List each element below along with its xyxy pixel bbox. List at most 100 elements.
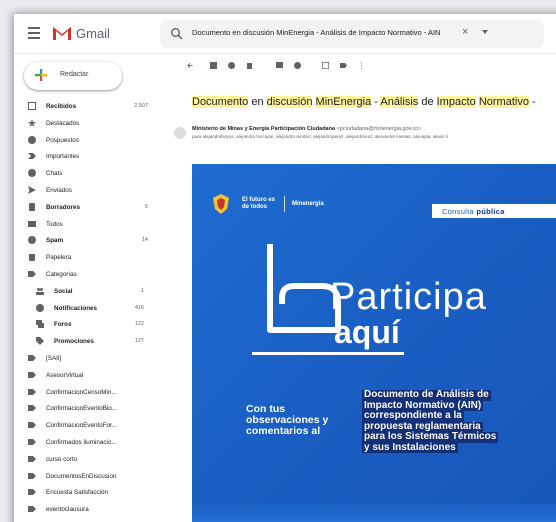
sidebar-item[interactable]: Todos: [14, 216, 160, 233]
label-icon: [28, 455, 36, 462]
banner-left-line: comentarios al: [246, 425, 321, 437]
sidebar-item-label: Destacados: [46, 119, 80, 127]
sender-line: Ministerio de Minas y Energía Participac…: [192, 126, 422, 132]
sidebar-item[interactable]: ConfirmacionCensoMin...: [14, 384, 160, 401]
subject-segment: Documento: [192, 96, 249, 108]
sidebar-item[interactable]: Borradores 5: [14, 199, 160, 216]
archive-icon[interactable]: [210, 62, 217, 69]
subject-segment: en: [248, 96, 267, 108]
sidebar-item[interactable]: eventoclausura: [14, 501, 160, 518]
sidebar-item[interactable]: [SAII]: [14, 350, 160, 367]
label-icon: [28, 489, 36, 496]
label-icon: [28, 354, 36, 361]
sidebar-item-label: AsesorVirtual: [46, 371, 84, 379]
subject-segment: Normativo: [478, 96, 529, 108]
sidebar-item[interactable]: Notificaciones 416: [14, 300, 160, 317]
sidebar-item-label: Foros: [54, 321, 72, 329]
sidebar-item-count: 127: [134, 338, 144, 345]
sender-name[interactable]: Ministerio de Minas y Energía Participac…: [192, 126, 335, 132]
sidebar-item[interactable]: curso corto: [14, 451, 160, 468]
mark-unread-icon[interactable]: [276, 62, 283, 69]
banner-left-text: Con tus observaciones y comentarios al: [246, 404, 328, 437]
sidebar-item-label: Enviados: [46, 186, 72, 194]
inbox-icon: [28, 102, 36, 110]
sidebar-item-count: 122: [134, 321, 144, 328]
banner-underline: [252, 352, 404, 355]
add-task-icon[interactable]: [322, 62, 329, 69]
sidebar-item[interactable]: ConfirmacionEventoBio...: [14, 400, 160, 417]
sidebar-item-label: Recibidos: [46, 103, 77, 110]
email-banner-image: El futuro es de todos Minenergía Consult…: [192, 164, 556, 522]
sidebar-item[interactable]: Importantes: [14, 148, 160, 165]
sidebar-item-label: Promociones: [54, 338, 94, 346]
sidebar-item-label: eventoclausura: [46, 506, 89, 514]
sidebar-item-label: curso corto: [46, 455, 78, 463]
sidebar-item[interactable]: Papelera: [14, 249, 160, 266]
sidebar-item-count: 14: [141, 237, 148, 244]
sidebar-item[interactable]: ConfirmacionEventoFor...: [14, 417, 160, 434]
banner-divider: [284, 196, 285, 212]
label-icon: [28, 388, 36, 395]
banner-org: Minenergía: [292, 201, 324, 207]
sidebar-item-count: 2.507: [134, 103, 148, 109]
sidebar-item-label: Notificaciones: [54, 304, 98, 312]
banner-document-line: correspondiente a la: [362, 410, 464, 422]
delete-icon[interactable]: [246, 62, 253, 69]
recipients-line[interactable]: para alejandrahoyos, alejandro.hincapie,…: [192, 134, 448, 139]
sidebar-item[interactable]: AsesorVirtual: [14, 367, 160, 384]
main-menu-icon[interactable]: [28, 27, 40, 39]
banner-document-line: y sus Instalaciones: [362, 441, 458, 453]
sidebar-item[interactable]: DocumentosEnDiscusion: [14, 468, 160, 485]
plus-icon: [35, 69, 47, 81]
sidebar-item[interactable]: Pospuestos: [14, 132, 160, 149]
sidebar-item[interactable]: FOPS: [14, 518, 160, 522]
info-icon: [36, 303, 44, 312]
sidebar-item[interactable]: Confirmados iluminacio...: [14, 434, 160, 451]
search-bar[interactable]: Documento en discusión MinEnergia - Anál…: [160, 20, 544, 48]
search-icon[interactable]: [170, 27, 184, 41]
compose-button[interactable]: Redactar: [24, 62, 122, 90]
message-toolbar: [160, 54, 556, 76]
back-arrow-icon[interactable]: [186, 62, 194, 69]
sidebar-item[interactable]: Categorías: [14, 266, 160, 283]
banner-slogan: El futuro es de todos: [242, 197, 276, 210]
more-options-icon[interactable]: [360, 62, 363, 69]
sidebar-item-label: Borradores: [46, 203, 80, 211]
star-icon: [28, 118, 36, 127]
subject-segment: Análisis: [380, 96, 419, 108]
sidebar-item[interactable]: Chats: [14, 165, 160, 182]
sidebar-item[interactable]: Promociones 127: [14, 333, 160, 350]
sidebar-item-label: Todos: [46, 220, 63, 228]
gmail-logo-icon[interactable]: [52, 25, 72, 41]
search-options-icon[interactable]: [482, 30, 488, 34]
report-spam-icon[interactable]: [228, 62, 235, 69]
search-input[interactable]: Documento en discusión MinEnergia - Anál…: [192, 28, 440, 37]
sidebar-item[interactable]: Encuesta Satisfacción: [14, 484, 160, 501]
subject-segment: de: [418, 96, 437, 108]
label-icon: [28, 422, 36, 429]
sidebar-item-label: Encuesta Satisfacción: [46, 489, 108, 497]
tag-icon: [36, 337, 44, 346]
sidebar: Redactar Recibidos 2.507 Destacados Pospues…: [14, 54, 160, 522]
sidebar-item-label: DocumentosEnDiscusion: [46, 472, 117, 480]
sidebar-nav: Recibidos 2.507 Destacados Pospuestos Import…: [14, 98, 160, 522]
subject-segment: -: [528, 96, 536, 108]
sidebar-item[interactable]: Spam 14: [14, 232, 160, 249]
sidebar-item[interactable]: Destacados: [14, 115, 160, 132]
sidebar-item[interactable]: Enviados: [14, 182, 160, 199]
sidebar-item[interactable]: Foros 122: [14, 316, 160, 333]
compose-label: Redactar: [60, 71, 89, 78]
clear-search-icon[interactable]: ×: [462, 26, 468, 38]
sidebar-item-count: 416: [134, 304, 144, 311]
top-bar: Gmail Documento en discusión MinEnergia …: [14, 14, 556, 54]
sidebar-item[interactable]: Social 1: [14, 283, 160, 300]
label-icon: [28, 371, 36, 378]
sender-avatar: [174, 127, 186, 139]
chat-icon: [28, 169, 36, 178]
sidebar-item[interactable]: Recibidos 2.507: [14, 98, 160, 115]
sidebar-item-label: Confirmados iluminacio...: [46, 438, 117, 446]
banner-bottom-band: [192, 504, 556, 522]
move-to-icon[interactable]: [340, 62, 347, 69]
banner-participa: Participa: [330, 276, 487, 318]
snooze-icon[interactable]: [294, 62, 301, 69]
